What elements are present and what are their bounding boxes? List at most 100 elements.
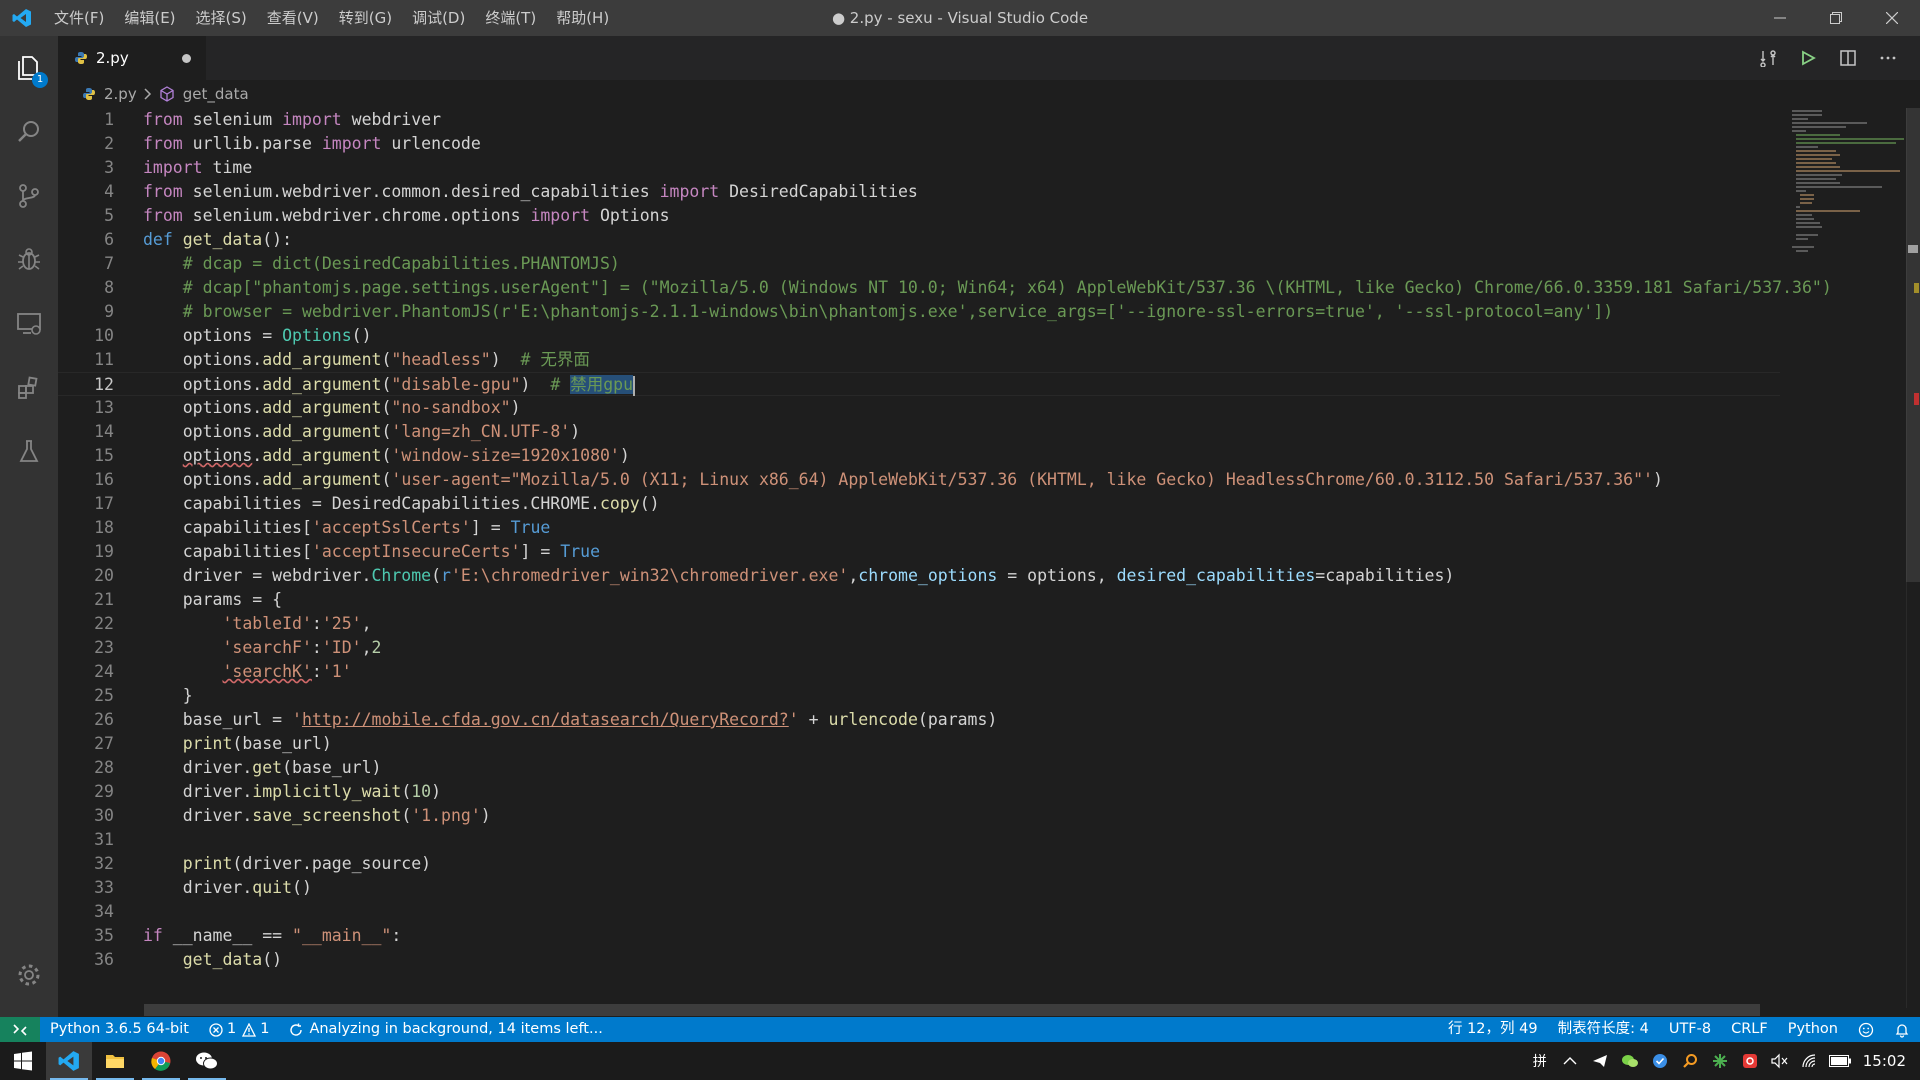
problems-indicator[interactable]: 1 1 [199,1017,279,1042]
horizontal-scrollbar[interactable] [144,1004,1760,1016]
code-token: ) [619,446,630,465]
indentation[interactable]: 制表符长度: 4 [1548,1017,1659,1042]
minimap-line [1796,218,1814,220]
menu-help[interactable]: 帮助(H) [546,0,619,36]
battery-button[interactable] [1825,1042,1855,1080]
code-line: 8 # dcap["phantomjs.page.settings.userAg… [58,276,1832,300]
split-editor-button[interactable] [1828,36,1868,80]
magnifier-icon [1682,1054,1697,1068]
minimap-line [1800,194,1814,196]
restore-button[interactable] [1808,0,1864,36]
minimap-line [1792,114,1822,116]
tray-search-app[interactable] [1675,1042,1705,1080]
show-hidden-icons-button[interactable] [1555,1042,1585,1080]
tray-app-blue[interactable] [1645,1042,1675,1080]
code-token: urlencode [828,710,918,729]
feedback-button[interactable] [1848,1017,1884,1042]
run-file-button[interactable] [1788,36,1828,80]
code-token: ( [401,782,412,801]
clock[interactable]: 15:02 [1855,1052,1920,1070]
ime-indicator[interactable]: 拼 [1525,1042,1555,1080]
code-token: ( [381,398,392,417]
taskbar-vscode[interactable] [46,1042,92,1080]
tray-green-app[interactable] [1705,1042,1735,1080]
code-token: copy [599,494,640,513]
start-button[interactable] [0,1042,46,1080]
source-control-button[interactable] [0,164,58,228]
remote-indicator-button[interactable] [0,1017,40,1042]
url-link[interactable]: http://mobile.cfda.gov.cn/datasearch/Que… [302,710,789,729]
text-cursor [633,375,636,396]
cursor-position[interactable]: 行 12，列 49 [1438,1017,1548,1042]
code-line: 11 options.add_argument("headless") # 无界… [58,348,1780,372]
smiley-icon [1858,1022,1874,1037]
code-token: import [321,134,382,153]
open-changes-button[interactable] [1748,36,1788,80]
code-line: 20 driver = webdriver.Chrome(r'E:\chrome… [58,564,1780,588]
minimap-line [1796,174,1842,176]
search-button[interactable] [0,100,58,164]
line-ending[interactable]: CRLF [1721,1017,1778,1042]
volume-button[interactable] [1765,1042,1795,1080]
debug-button[interactable] [0,228,58,292]
line-number: 24 [94,662,114,681]
code-token: driver. [182,806,253,825]
line-number: 33 [94,878,114,897]
code-token: ) [510,398,521,417]
folder-icon [106,1055,124,1068]
network-button[interactable] [1795,1042,1825,1080]
python-interpreter[interactable]: Python 3.6.5 64-bit [40,1017,199,1042]
testing-button[interactable] [0,420,58,484]
tab-2py[interactable]: 2.py [58,36,206,80]
chevron-up-icon [1563,1057,1577,1065]
more-actions-button[interactable] [1868,36,1908,80]
menu-file[interactable]: 文件(F) [44,0,114,36]
taskbar-chrome[interactable] [138,1042,184,1080]
shield-icon [1652,1054,1667,1068]
menu-debug[interactable]: 调试(D) [402,0,475,36]
encoding[interactable]: UTF-8 [1659,1017,1721,1042]
code-token: driver. [182,758,253,777]
menu-view[interactable]: 查看(V) [257,0,329,36]
code-line: 6 def get_data(): [58,228,1780,252]
line-number: 30 [94,806,114,825]
analysis-status[interactable]: Analyzing in background, 14 items left..… [279,1017,612,1042]
tray-wechat[interactable] [1615,1042,1645,1080]
menu-go[interactable]: 转到(G) [329,0,402,36]
minimap[interactable] [1786,108,1906,1008]
extensions-button[interactable] [0,356,58,420]
tray-red-app[interactable] [1735,1042,1765,1080]
tray-telegram[interactable] [1585,1042,1615,1080]
menu-terminal[interactable]: 终端(T) [475,0,546,36]
tab-label: 2.py [96,49,129,67]
breadcrumb-symbol[interactable]: get_data [183,85,249,103]
code-token: r [441,566,451,585]
unsaved-dot-icon[interactable] [182,54,191,63]
remote-explorer-button[interactable] [0,292,58,356]
minimap-line [1796,154,1840,156]
code-token: : [311,614,322,633]
close-button[interactable] [1864,0,1920,36]
manage-button[interactable] [0,943,58,1007]
breadcrumb-file[interactable]: 2.py [104,85,137,103]
language-mode[interactable]: Python [1778,1017,1848,1042]
menu-selection[interactable]: 选择(S) [186,0,257,36]
code-token: Chrome [371,566,432,585]
code-token: import [282,110,342,129]
code-editor[interactable]: 1 from selenium import webdriver 2 from ur… [58,108,1832,1000]
code-token: 10 [411,782,432,801]
menu-edit[interactable]: 编辑(E) [114,0,185,36]
code-line: 16 options.add_argument('user-agent="Moz… [58,468,1780,492]
vertical-scroll-thumb[interactable] [1906,108,1920,582]
minimize-button[interactable] [1752,0,1808,36]
code-token: driver = webdriver. [182,566,372,585]
code-token: def [143,230,173,249]
explorer-button[interactable]: 1 [0,36,58,100]
notifications-button[interactable] [1884,1017,1920,1042]
status-bar: Python 3.6.5 64-bit 1 1 Analyzing in bac… [0,1017,1920,1042]
line-number: 29 [94,782,114,801]
taskbar-explorer[interactable] [92,1042,138,1080]
taskbar-wechat[interactable] [184,1042,230,1080]
code-line: 17 capabilities = DesiredCapabilities.CH… [58,492,1780,516]
minimap-line [1792,126,1846,128]
